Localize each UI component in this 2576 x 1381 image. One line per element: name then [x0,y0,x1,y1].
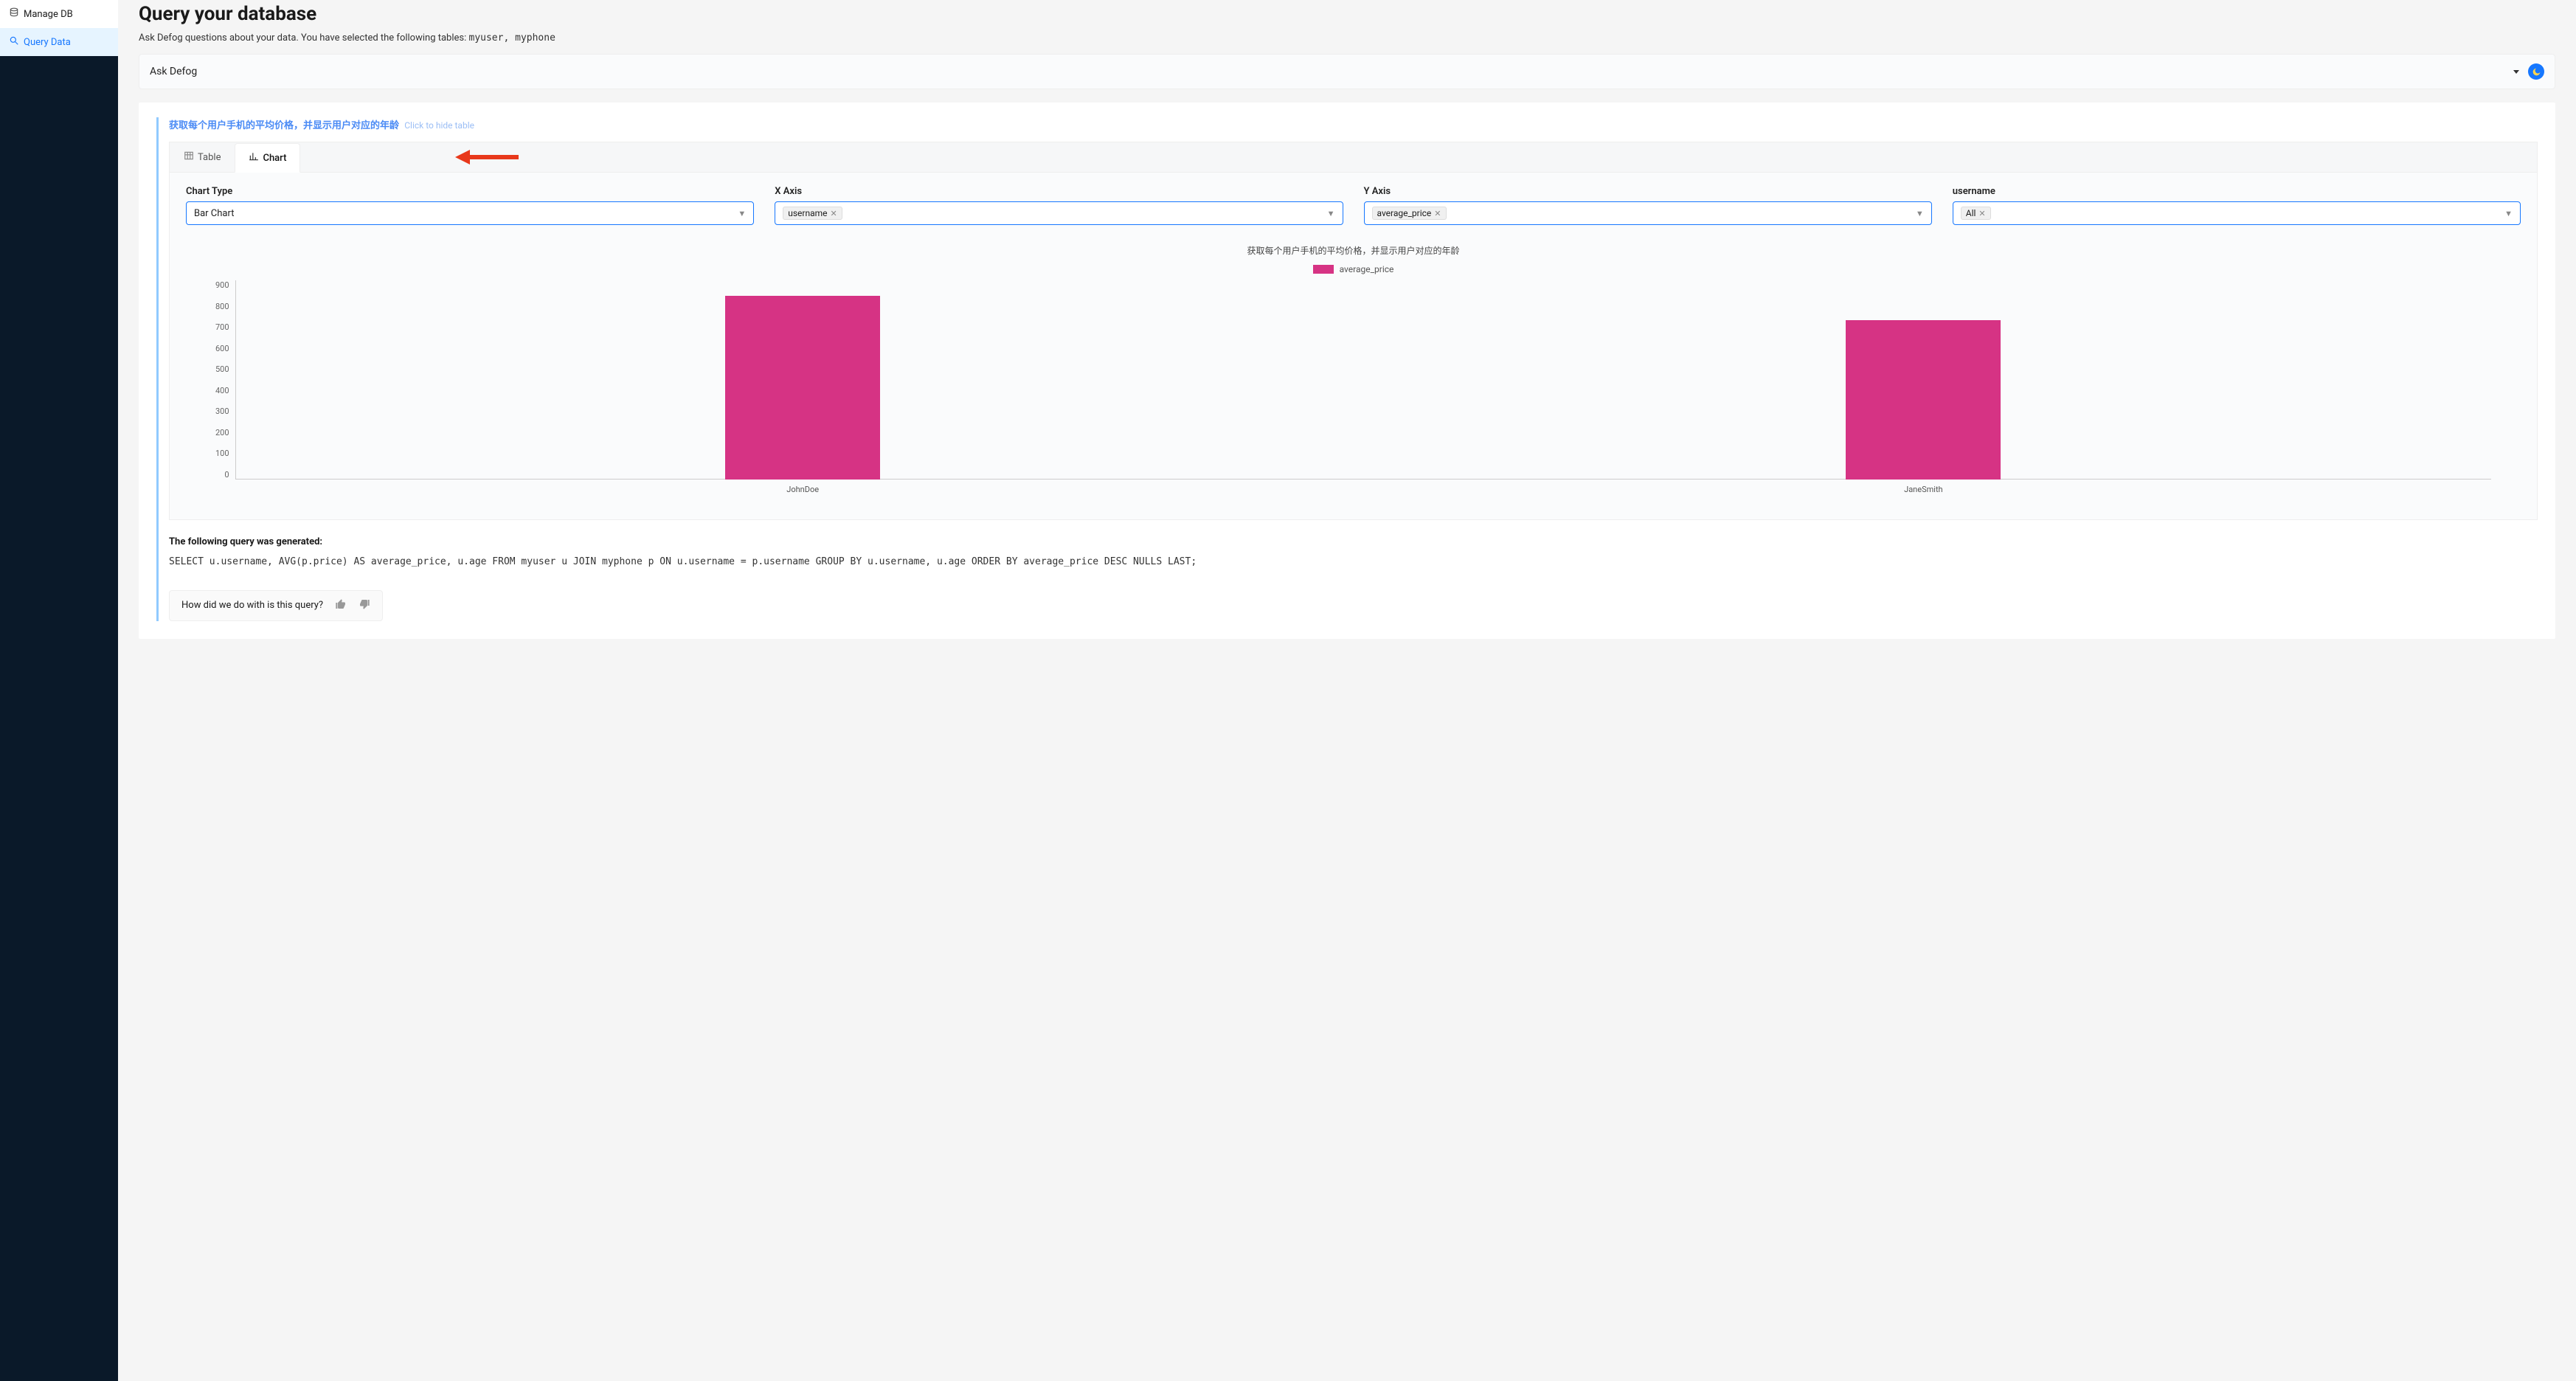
chevron-down-icon: ▼ [738,209,746,218]
feedback-box: How did we do with is this query? [169,590,383,621]
chevron-down-icon: ▼ [1327,209,1335,218]
query-heading: The following query was generated: [169,536,2538,547]
sidebar-filler [0,56,118,1381]
sidebar-item-query-data[interactable]: Query Data [0,28,118,56]
sidebar: Manage DB Query Data [0,0,118,1381]
selected-tables: myuser, myphone [469,32,555,44]
sidebar-item-label: Query Data [24,37,71,48]
moon-icon[interactable] [2528,63,2544,80]
legend-swatch [1313,265,1334,274]
x-axis-select[interactable]: username ✕ ▼ [775,201,1343,225]
y-axis-chip: average_price ✕ [1372,207,1447,220]
query-sql: SELECT u.username, AVG(p.price) AS avera… [169,555,2538,570]
chart-type-label: Chart Type [186,186,754,197]
x-tick-label: JohnDoe [725,485,880,494]
x-tick-label: JaneSmith [1846,485,2001,494]
thumbs-down-icon[interactable] [359,598,370,613]
tab-chart[interactable]: Chart [235,143,300,173]
x-axis-chip: username ✕ [783,207,842,220]
chart-bar [1846,320,2001,480]
chip-remove-icon[interactable]: ✕ [1978,209,1985,218]
sidebar-item-label: Manage DB [24,9,73,20]
x-axis-label: X Axis [775,186,1343,197]
query-section: The following query was generated: SELEC… [169,536,2538,570]
bar-chart-icon [249,151,259,165]
y-axis-select[interactable]: average_price ✕ ▼ [1364,201,1932,225]
control-x-axis: X Axis username ✕ ▼ [775,186,1343,225]
chart-title: 获取每个用户手机的平均价格，并显示用户对应的年龄 [215,244,2491,257]
control-chart-type: Chart Type Bar Chart ▼ [186,186,754,225]
chart-controls-panel: Chart Type Bar Chart ▼ X Axis username [169,172,2538,520]
page-title: Query your database [139,3,2555,25]
search-icon [9,35,19,49]
chart-bar [725,296,880,480]
y-tick: 200 [215,428,229,437]
caret-down-icon[interactable] [2513,70,2519,74]
main-content: Query your database Ask Defog questions … [118,0,2576,1381]
y-tick: 600 [215,344,229,353]
sidebar-item-manage-db[interactable]: Manage DB [0,0,118,28]
annotation-arrow-icon [454,147,520,167]
y-tick: 800 [215,302,229,311]
username-filter-label: username [1953,186,2521,197]
chip-remove-icon[interactable]: ✕ [831,209,837,218]
chart-area: 获取每个用户手机的平均价格，并显示用户对应的年龄 average_price 9… [186,240,2521,502]
tab-table[interactable]: Table [170,142,235,172]
username-filter-select[interactable]: All ✕ ▼ [1953,201,2521,225]
chart-type-select[interactable]: Bar Chart ▼ [186,201,754,225]
bars-container [235,280,2491,480]
database-icon [9,7,19,21]
y-axis-label: Y Axis [1364,186,1932,197]
chart-legend: average_price [215,264,2491,274]
result-question: 获取每个用户手机的平均价格，并显示用户对应的年龄 Click to hide t… [169,117,2538,131]
y-tick: 300 [215,406,229,416]
username-chip: All ✕ [1961,207,1991,220]
chevron-down-icon: ▼ [2504,209,2513,218]
legend-label: average_price [1340,264,1394,274]
feedback-prompt: How did we do with is this query? [181,600,323,611]
table-icon [184,150,194,164]
control-username-filter: username All ✕ ▼ [1953,186,2521,225]
ask-defog-bar[interactable]: Ask Defog [139,54,2555,89]
y-tick: 500 [215,364,229,374]
page-subtitle: Ask Defog questions about your data. You… [139,32,2555,44]
hide-table-link[interactable]: Click to hide table [404,120,474,131]
result-tabs: Table Chart [169,142,2538,172]
ask-defog-label: Ask Defog [150,66,197,77]
y-axis: 900 800 700 600 500 400 300 200 100 0 [215,280,235,480]
y-tick: 400 [215,386,229,395]
control-y-axis: Y Axis average_price ✕ ▼ [1364,186,1932,225]
chevron-down-icon: ▼ [1916,209,1924,218]
result-card: 获取每个用户手机的平均价格，并显示用户对应的年龄 Click to hide t… [139,103,2555,639]
y-tick: 900 [215,280,229,290]
y-tick: 700 [215,322,229,332]
chart-plot: 900 800 700 600 500 400 300 200 100 0 JohnDoe Jane… [215,280,2491,494]
thumbs-up-icon[interactable] [335,598,347,613]
y-tick: 100 [215,449,229,458]
chip-remove-icon[interactable]: ✕ [1434,209,1441,218]
x-axis-labels: JohnDoe JaneSmith [235,485,2491,494]
y-tick: 0 [224,470,229,480]
